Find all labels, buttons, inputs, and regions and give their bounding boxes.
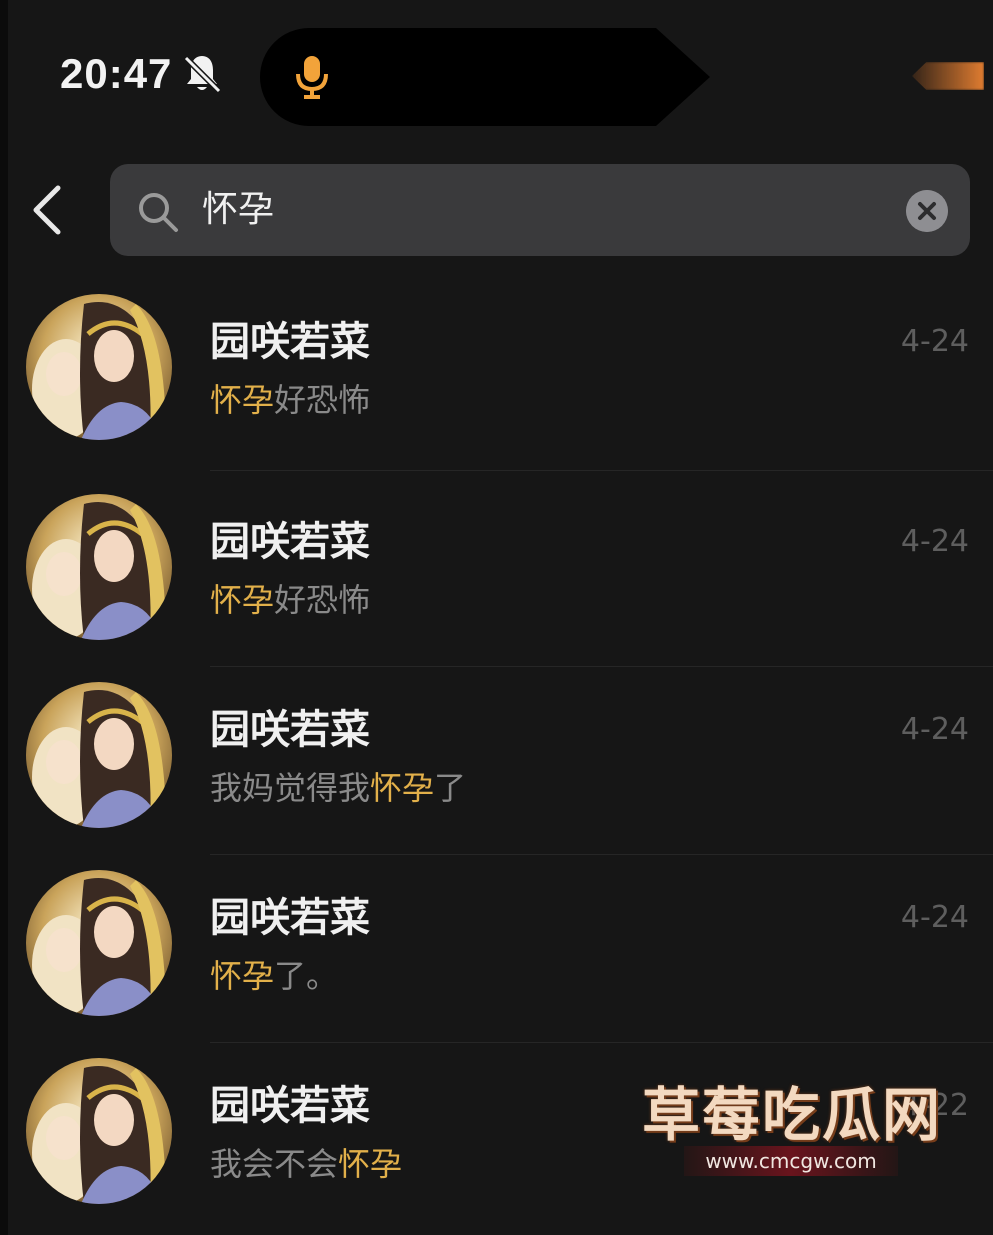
preview-text: 了。 [274,957,339,995]
avatar [26,870,172,1016]
watermark-title: 草莓吃瓜网 [642,1081,943,1149]
avatar [26,682,172,828]
chat-result-row[interactable]: 园咲若菜怀孕了。 4-24 [0,856,993,1044]
message-date: 4-24 [900,712,969,747]
chat-result-row[interactable]: 园咲若菜我妈觉得我怀孕了 4-24 [0,668,993,856]
message-date: 4-24 [900,324,969,359]
keyword-highlight: 怀孕 [210,957,275,995]
preview-text: 好恐怖 [274,581,371,619]
avatar [26,494,172,640]
search-icon [139,193,178,232]
keyword-highlight: 怀孕 [210,581,275,619]
bell-slash-icon [183,55,222,94]
row-divider [210,470,993,471]
keyword-highlight: 怀孕 [338,1145,403,1183]
row-divider [210,666,993,667]
message-date: 4-24 [900,524,969,559]
search-bar[interactable]: 怀孕 [110,164,970,256]
preview-text: 我妈觉得我 [210,769,371,807]
message-preview: 怀孕了。 [210,954,338,998]
contact-name: 园咲若菜 [210,319,370,365]
message-preview: 怀孕好恐怖 [210,378,370,422]
chat-search-screen: 20:47 怀孕 园咲若菜 怀孕好恐怖 4-24 园咲若菜 怀孕好恐怖 4-24 园咲若菜我… [0,0,993,1235]
message-preview: 我会不会怀孕 [210,1142,402,1186]
message-preview: 我妈觉得我怀孕了 [210,766,466,810]
row-divider [210,854,993,855]
clear-icon[interactable] [906,190,948,232]
keyword-highlight: 怀孕 [210,381,275,419]
message-date: 4-24 [900,900,969,935]
chat-result-row[interactable]: 园咲若菜怀孕好恐怖 4-24 [0,480,993,668]
status-time: 20:47 [60,50,173,97]
preview-text: 好恐怖 [274,381,371,419]
screen-recording-indicator [912,62,984,90]
row-divider [210,1042,993,1043]
preview-text: 我会不会 [210,1145,339,1183]
avatar [26,294,172,440]
microphone-icon [296,56,328,99]
search-input[interactable]: 怀孕 [202,186,274,234]
watermark-url: www.cmcgw.com [684,1146,898,1176]
keyword-highlight: 怀孕 [370,769,435,807]
contact-name: 园咲若菜 [210,895,370,941]
avatar [26,1058,172,1204]
contact-name: 园咲若菜 [210,519,370,565]
message-preview: 怀孕好恐怖 [210,578,370,622]
chevron-left-icon[interactable] [26,182,70,238]
preview-text: 了 [434,769,467,807]
contact-name: 园咲若菜 [210,707,370,753]
contact-name: 园咲若菜 [210,1083,370,1129]
chat-result-row[interactable]: 园咲若菜怀孕好恐怖 4-24 [0,280,993,471]
